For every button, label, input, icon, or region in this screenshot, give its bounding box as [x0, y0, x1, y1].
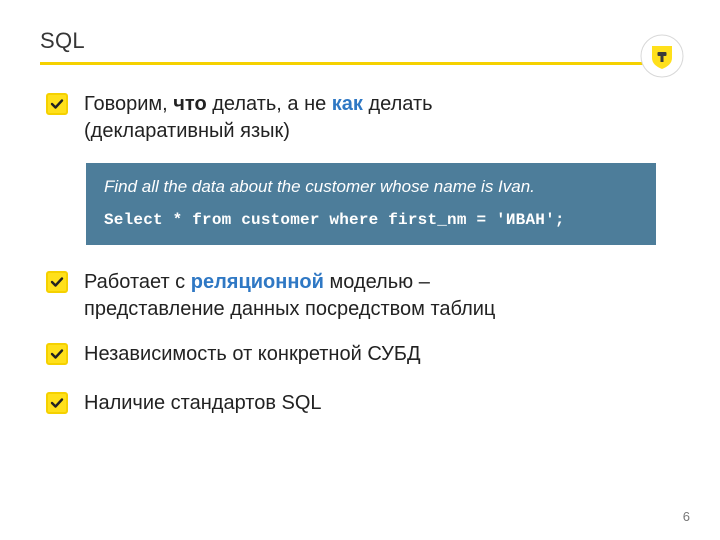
- slide-title: SQL: [40, 28, 85, 54]
- slide-content: Говорим, что делать, а не как делать (де…: [40, 65, 680, 417]
- code-example: Find all the data about the customer who…: [86, 163, 656, 245]
- bullet-text: Работает с реляционной моделью – предста…: [84, 269, 554, 323]
- bullet-item: Работает с реляционной моделью – предста…: [46, 269, 680, 323]
- tinkoff-logo-icon: [640, 34, 684, 78]
- bullet-text: Говорим, что делать, а не как делать (де…: [84, 91, 444, 145]
- bullet-text: Независимость от конкретной СУБД: [84, 341, 420, 368]
- bullet-item: Наличие стандартов SQL: [46, 390, 680, 417]
- check-icon: [46, 392, 68, 414]
- code-sql: Select * from customer where first_nm = …: [104, 211, 638, 229]
- check-icon: [46, 93, 68, 115]
- bullet-item: Независимость от конкретной СУБД: [46, 341, 680, 368]
- check-icon: [46, 271, 68, 293]
- check-icon: [46, 343, 68, 365]
- bullet-item: Говорим, что делать, а не как делать (де…: [46, 91, 680, 145]
- code-caption: Find all the data about the customer who…: [104, 177, 638, 197]
- page-number: 6: [683, 509, 690, 524]
- bullet-text: Наличие стандартов SQL: [84, 390, 322, 417]
